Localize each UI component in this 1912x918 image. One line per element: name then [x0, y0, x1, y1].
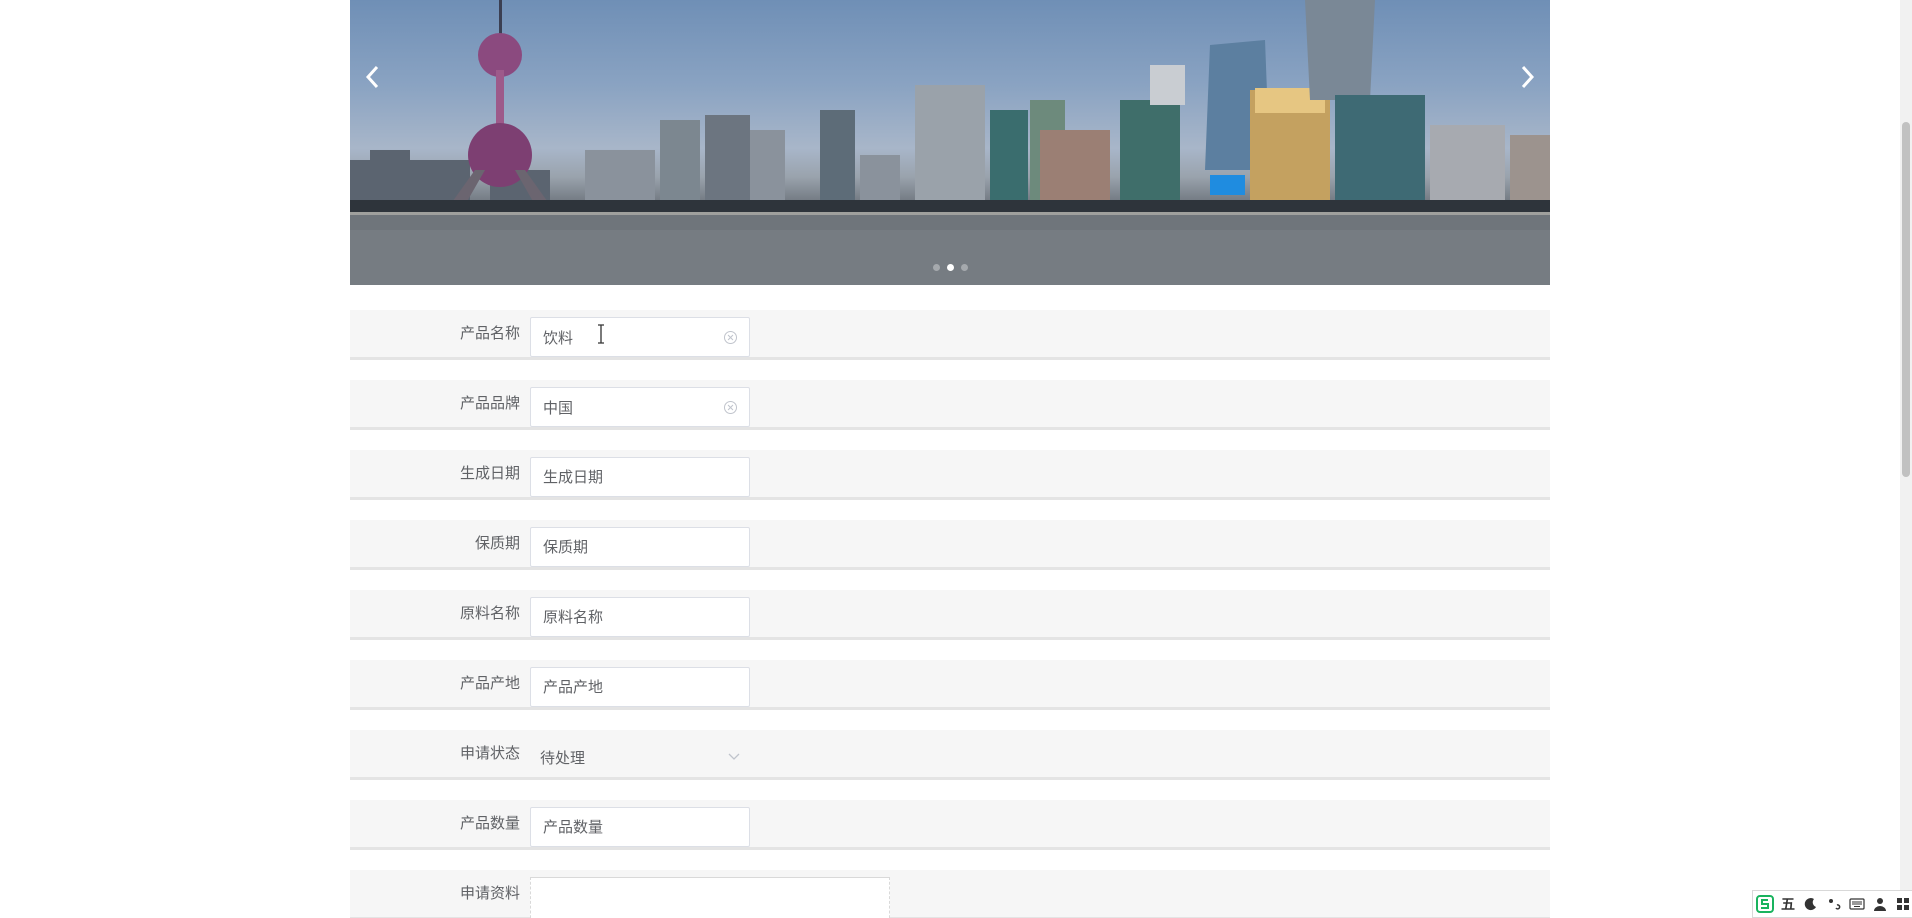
- quantity-input-wrapper[interactable]: [530, 807, 750, 847]
- carousel-dot-2[interactable]: [946, 264, 954, 271]
- origin-input[interactable]: [543, 678, 737, 696]
- upload-area[interactable]: [530, 877, 890, 918]
- material-name-input[interactable]: [543, 608, 737, 626]
- shelf-life-input[interactable]: [543, 538, 737, 556]
- chevron-left-icon: [365, 65, 379, 89]
- form-row-product-name: 产品名称: [350, 310, 1550, 360]
- material-name-label: 原料名称: [459, 604, 520, 622]
- ime-logo-icon[interactable]: [1756, 895, 1774, 913]
- clear-icon[interactable]: [724, 330, 737, 344]
- product-name-input[interactable]: [543, 328, 724, 346]
- status-select-value: 待处理: [540, 748, 586, 767]
- chevron-right-icon: [1521, 65, 1535, 89]
- material-name-input-wrapper[interactable]: [530, 597, 750, 637]
- production-date-input[interactable]: [543, 468, 737, 486]
- ime-mode-label[interactable]: 五: [1779, 895, 1797, 913]
- chevron-down-icon: [728, 753, 740, 760]
- carousel-next-button[interactable]: [1508, 57, 1548, 97]
- product-brand-label: 产品品牌: [459, 394, 520, 412]
- quantity-input[interactable]: [543, 818, 737, 836]
- origin-label: 产品产地: [459, 674, 520, 692]
- production-date-label: 生成日期: [459, 464, 520, 482]
- user-icon[interactable]: [1871, 895, 1889, 913]
- form-row-application-materials: 申请资料: [350, 870, 1550, 918]
- moon-icon[interactable]: [1802, 895, 1820, 913]
- form-row-origin: 产品产地: [350, 660, 1550, 710]
- carousel-dot-3[interactable]: [960, 264, 968, 271]
- clear-icon[interactable]: [724, 400, 737, 414]
- product-brand-input[interactable]: [543, 398, 724, 416]
- product-name-input-wrapper[interactable]: [530, 317, 750, 357]
- carousel-indicators: [350, 264, 1550, 271]
- punctuation-icon[interactable]: [1825, 895, 1843, 913]
- city-skyline-image: [350, 0, 1550, 285]
- product-brand-input-wrapper[interactable]: [530, 387, 750, 427]
- form-row-product-brand: 产品品牌: [350, 380, 1550, 430]
- production-date-input-wrapper[interactable]: [530, 457, 750, 497]
- grid-icon[interactable]: [1894, 895, 1912, 913]
- form-row-shelf-life: 保质期: [350, 520, 1550, 570]
- form-row-quantity: 产品数量: [350, 800, 1550, 850]
- text-cursor-icon: [598, 324, 604, 344]
- form-row-status: 申请状态 待处理: [350, 730, 1550, 780]
- product-name-label: 产品名称: [459, 324, 520, 342]
- carousel-dot-1[interactable]: [932, 264, 940, 271]
- status-label: 申请状态: [459, 744, 520, 762]
- banner-carousel: [350, 0, 1550, 285]
- origin-input-wrapper[interactable]: [530, 667, 750, 707]
- page: 产品名称 产品品牌 生成日期 保质期: [0, 0, 1912, 918]
- shelf-life-label: 保质期: [474, 534, 520, 552]
- status-select[interactable]: 待处理: [530, 737, 750, 777]
- product-form: 产品名称 产品品牌 生成日期 保质期: [350, 310, 1550, 918]
- application-materials-label: 申请资料: [459, 884, 520, 902]
- scrollbar-thumb[interactable]: [1902, 122, 1910, 477]
- form-row-production-date: 生成日期: [350, 450, 1550, 500]
- form-row-material-name: 原料名称: [350, 590, 1550, 640]
- shelf-life-input-wrapper[interactable]: [530, 527, 750, 567]
- keyboard-icon[interactable]: [1848, 895, 1866, 913]
- ime-toolbar: 五: [1752, 890, 1912, 918]
- quantity-label: 产品数量: [459, 814, 520, 832]
- carousel-prev-button[interactable]: [352, 57, 392, 97]
